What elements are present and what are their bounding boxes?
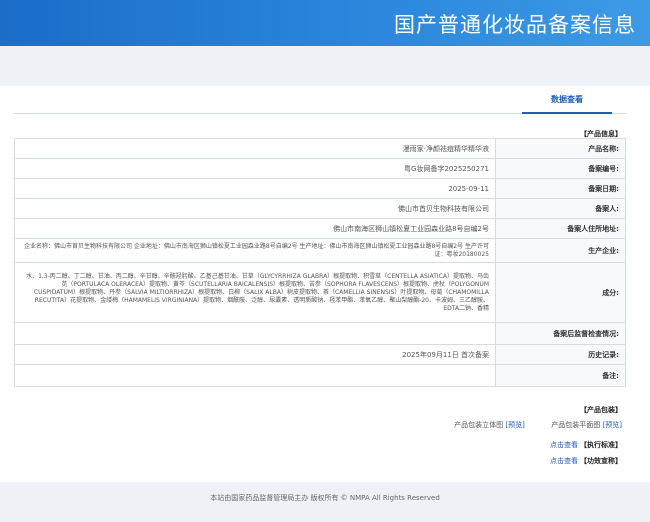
section-title-standard: 【执行标准】 [580, 441, 622, 449]
package-flat-preview-link[interactable]: [预览] [603, 421, 622, 429]
table-row: 备注: [14, 364, 626, 387]
table-row: 备案后监督检查情况: [14, 322, 626, 345]
history-value: 2025年09月11日 首次备案 [14, 344, 496, 365]
ingredients-label: 成分: [495, 262, 626, 323]
footer: 本站由国家药品监督管理局主办 版权所有 © NMPA All Rights Re… [0, 482, 650, 522]
package-3d-preview-link[interactable]: [预览] [505, 421, 524, 429]
product-name-label: 产品名称: [495, 138, 626, 159]
supervision-value [14, 322, 496, 345]
section-title-package: 【产品包装】 [580, 406, 622, 414]
table-row: 佛山市首贝生物科技有限公司 备案人: [14, 198, 626, 219]
manufacturer-value: 企业名称：佛山市首贝生物科技有限公司 企业地址：佛山市南海区狮山镇松夏工业园森业… [14, 238, 496, 263]
table-row: 水、1,3-丙二醇、丁二醇、甘油、丙二醇、辛甘醇、辛酰羟肟酸、乙基己基甘油、甘草… [14, 262, 626, 323]
manufacturer-label: 生产企业: [495, 238, 626, 263]
table-row: 漫雨家·净颜祛痘精华精华液 产品名称: [14, 138, 626, 159]
footer-copyright: 本站由国家药品监督管理局主办 版权所有 © NMPA All Rights Re… [210, 494, 440, 502]
package-flat-label: 产品包装平面图 [551, 421, 601, 429]
registrant-label: 备案人: [495, 198, 626, 219]
registrant-address-label: 备案人住所地址: [495, 218, 626, 239]
table-row: 佛山市南海区狮山镇松夏工业园森业路8号自编2号 备案人住所地址: [14, 218, 626, 239]
ingredients-value: 水、1,3-丙二醇、丁二醇、甘油、丙二醇、辛甘醇、辛酰羟肟酸、乙基己基甘油、甘草… [14, 262, 496, 323]
registrant-address-value: 佛山市南海区狮山镇松夏工业园森业路8号自编2号 [14, 218, 496, 239]
header-banner: 国产普通化妆品备案信息 [0, 0, 650, 46]
table-row: 粤G妆网备字2025250271 备案编号: [14, 158, 626, 179]
product-info-table: 漫雨家·净颜祛痘精华精华液 产品名称: 粤G妆网备字2025250271 备案编… [14, 138, 626, 387]
package-3d-label: 产品包装立体图 [454, 421, 504, 429]
supervision-label: 备案后监督检查情况: [495, 322, 626, 345]
header-spacer [0, 46, 650, 86]
product-name-value: 漫雨家·净颜祛痘精华精华液 [14, 138, 496, 159]
tab-data-view[interactable]: 数据查看 [522, 90, 612, 114]
section-title-efficacy: 【功效宣称】 [580, 457, 622, 465]
remarks-label: 备注: [495, 364, 626, 387]
table-row: 2025-09-11 备案日期: [14, 178, 626, 199]
history-label: 历史记录: [495, 344, 626, 365]
filing-date-value: 2025-09-11 [14, 178, 496, 199]
efficacy-view-link[interactable]: 点击查看 [550, 456, 578, 466]
table-row: 企业名称：佛山市首贝生物科技有限公司 企业地址：佛山市南海区狮山镇松夏工业园森业… [14, 238, 626, 263]
table-row: 2025年09月11日 首次备案 历史记录: [14, 344, 626, 365]
page-title: 国产普通化妆品备案信息 [394, 13, 636, 37]
standard-view-link[interactable]: 点击查看 [550, 440, 578, 450]
filing-number-label: 备案编号: [495, 158, 626, 179]
package-row: 产品包装立体图 [预览] 产品包装平面图 [预览] [454, 420, 622, 430]
filing-date-label: 备案日期: [495, 178, 626, 199]
remarks-value [14, 364, 496, 387]
registrant-value: 佛山市首贝生物科技有限公司 [14, 198, 496, 219]
filing-number-value: 粤G妆网备字2025250271 [14, 158, 496, 179]
tab-bar: 数据查看 [14, 88, 626, 114]
